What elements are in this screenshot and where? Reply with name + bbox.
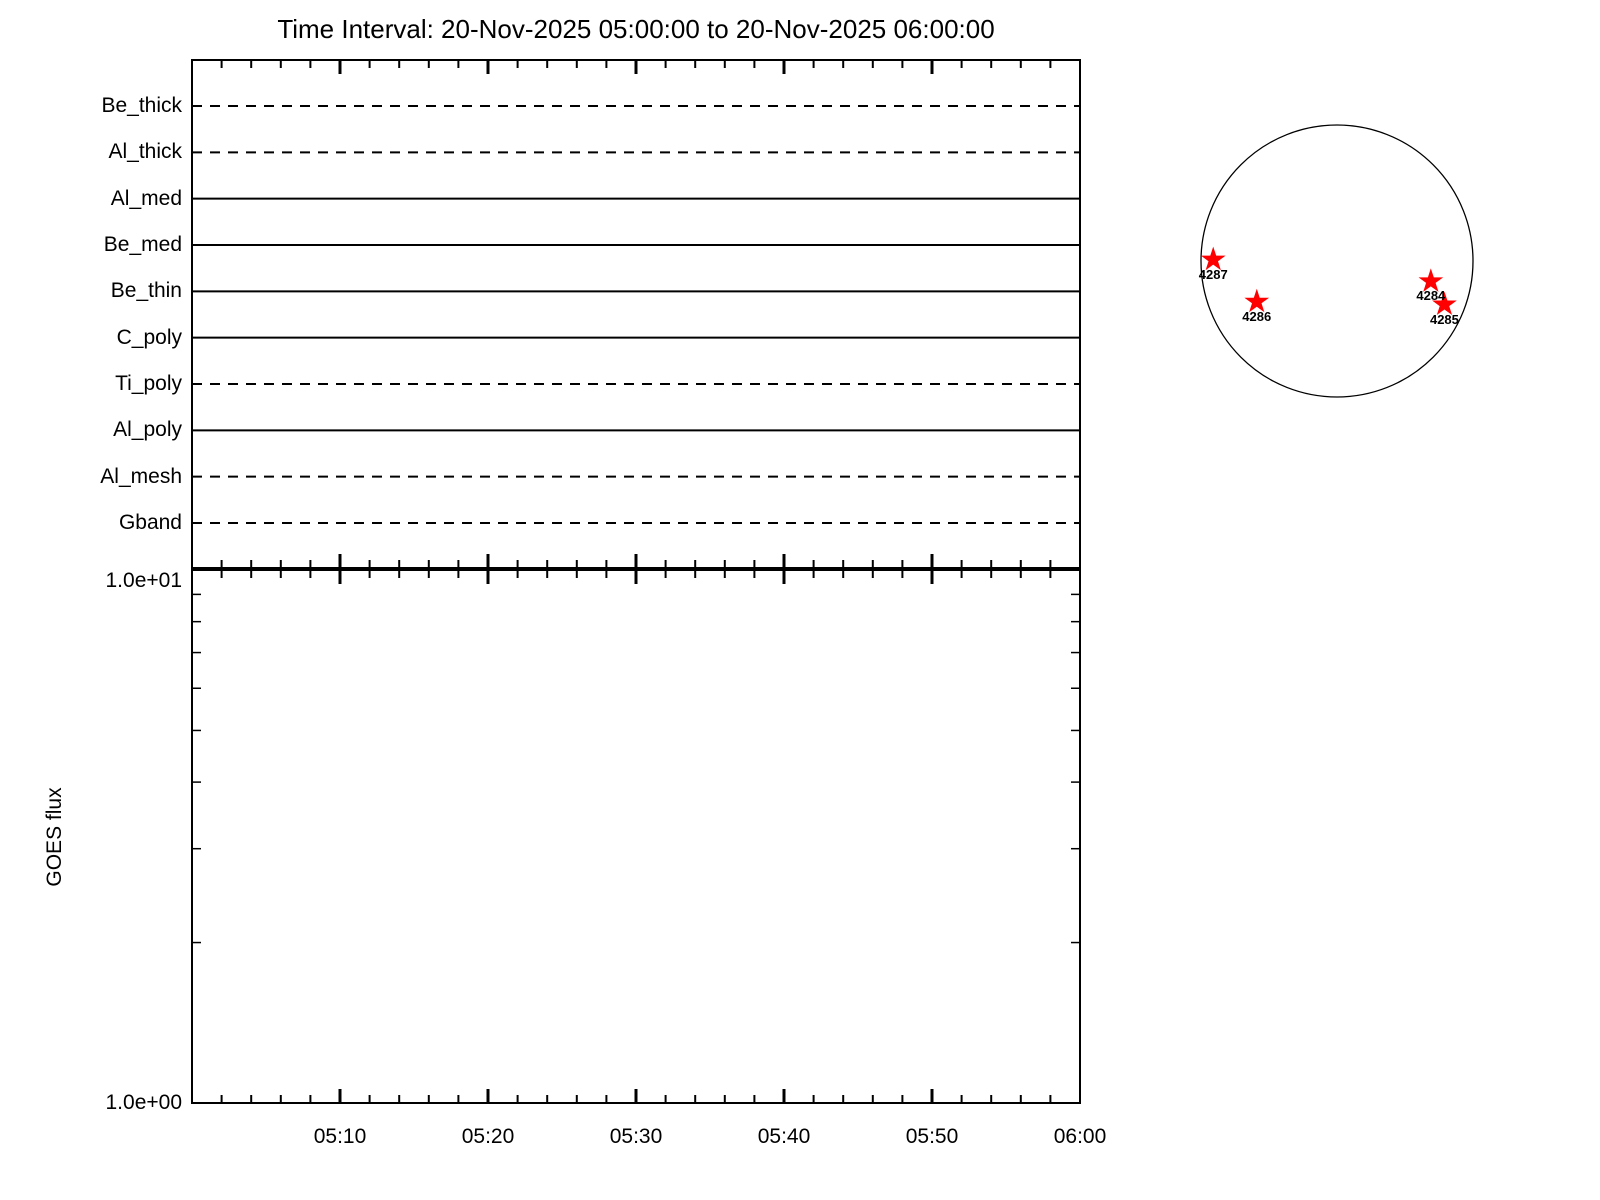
x-tick-label-3: 05:40 [757, 1125, 811, 1148]
x-tick-label-2: 05:30 [609, 1125, 663, 1148]
filter-label-C_poly: C_poly [116, 325, 182, 349]
filter-label-Be_thick: Be_thick [101, 94, 182, 117]
active-region-label-4285: 4285 [1429, 311, 1459, 327]
filter-label-Al_thick: Al_thick [108, 140, 182, 164]
active-region-label-4287: 4287 [1198, 266, 1228, 282]
y-tick-label-top: 1.0e+01 [105, 569, 183, 592]
x-tick-label-4: 05:50 [905, 1125, 959, 1148]
y-tick-label-bottom: 1.0e+00 [105, 1091, 183, 1114]
active-region-label-4284: 4284 [1416, 288, 1446, 304]
active-region-label-4286: 4286 [1242, 308, 1272, 324]
plot-canvas: Time Interval: 20-Nov-2025 05:00:00 to 2… [0, 0, 1600, 1200]
filter-label-Be_med: Be_med [103, 233, 182, 256]
filter-label-Ti_poly: Ti_poly [115, 372, 182, 395]
x-tick-label-0: 05:10 [313, 1125, 367, 1148]
axis-labels-layer: Be_thick Al_thick Al_med Be_med Be_thin C_pol… [0, 0, 1600, 1200]
filter-label-Al_med: Al_med [110, 186, 182, 210]
x-tick-label-5: 06:00 [1053, 1125, 1107, 1148]
filter-label-Al_poly: Al_poly [113, 418, 182, 442]
filter-label-Al_mesh: Al_mesh [100, 464, 182, 488]
filter-label-Be_thin: Be_thin [110, 279, 182, 303]
filter-label-Gband: Gband [118, 511, 182, 534]
x-tick-label-1: 05:20 [461, 1125, 515, 1148]
